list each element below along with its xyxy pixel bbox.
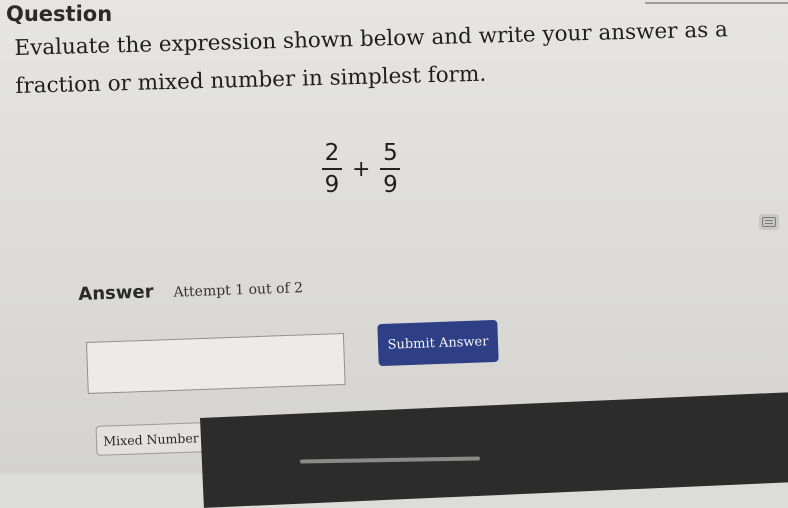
plus-operator: + [352, 156, 371, 182]
screen-bezel [200, 387, 788, 508]
top-divider [645, 2, 788, 4]
fraction-second: 5 9 [380, 140, 401, 198]
denominator: 9 [324, 172, 340, 198]
fraction-first: 2 9 [322, 140, 342, 198]
question-heading: Question [6, 2, 113, 26]
submit-answer-button[interactable]: Submit Answer [377, 319, 499, 367]
denominator: 9 [383, 172, 398, 198]
calculator-icon[interactable] [759, 214, 779, 230]
numerator: 5 [383, 140, 398, 166]
mixed-number-button[interactable]: Mixed Number [95, 422, 207, 456]
fraction-bar [322, 168, 342, 170]
fraction-bar [380, 168, 401, 170]
answer-label: Answer [78, 281, 154, 305]
question-panel: Question Evaluate the expression shown b… [0, 0, 788, 508]
answer-row: Answer Attempt 1 out of 2 [78, 276, 303, 305]
math-expression: 2 9 + 5 9 [318, 140, 404, 198]
question-prompt: Evaluate the expression shown below and … [14, 17, 729, 99]
answer-input[interactable] [86, 332, 346, 394]
numerator: 2 [324, 140, 340, 166]
attempt-counter: Attempt 1 out of 2 [173, 280, 304, 301]
